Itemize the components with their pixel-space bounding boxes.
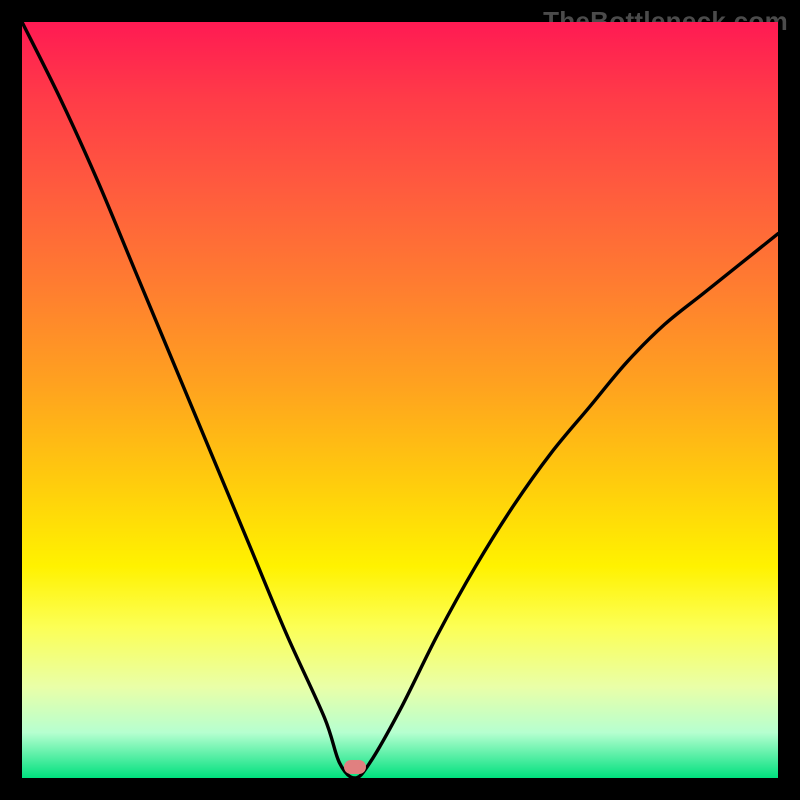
optimum-marker (344, 760, 366, 774)
plot-area (22, 22, 778, 778)
bottleneck-curve (22, 22, 778, 778)
chart-frame: TheBottleneck.com (0, 0, 800, 800)
